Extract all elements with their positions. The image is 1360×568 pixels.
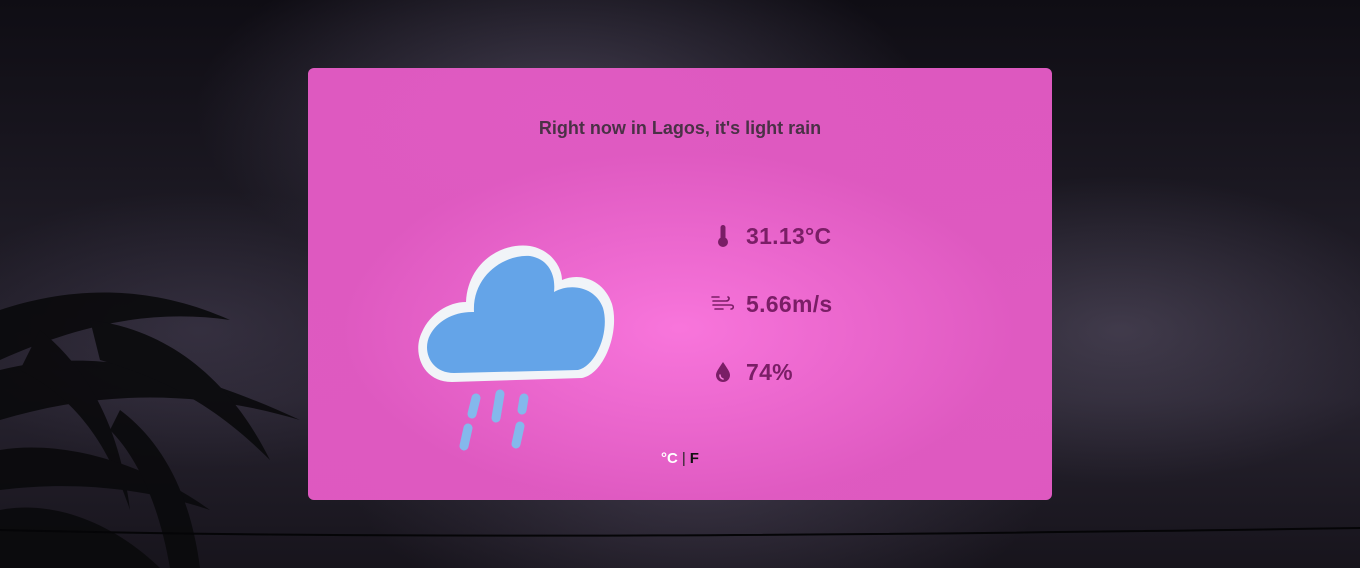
temperature-stat: 31.13°C [710, 218, 831, 254]
thermometer-icon [710, 223, 736, 249]
weather-card: Right now in Lagos, it's light rain 31.1… [308, 68, 1052, 500]
wind-icon [710, 291, 736, 317]
temperature-value: 31.13°C [746, 222, 832, 249]
droplet-icon [710, 359, 736, 385]
humidity-value: 74% [746, 358, 793, 385]
rain-cloud-icon [418, 245, 615, 451]
fahrenheit-toggle[interactable]: F [690, 450, 699, 467]
humidity-stat: 74% [710, 354, 793, 390]
wind-value: 5.66m/s [746, 290, 833, 317]
weather-summary-title: Right now in Lagos, it's light rain [538, 118, 822, 138]
unit-toggle: °C | F [308, 450, 1052, 467]
celsius-toggle[interactable]: °C [661, 450, 678, 467]
wind-stat: 5.66m/s [710, 286, 833, 322]
unit-separator: | [681, 450, 686, 467]
